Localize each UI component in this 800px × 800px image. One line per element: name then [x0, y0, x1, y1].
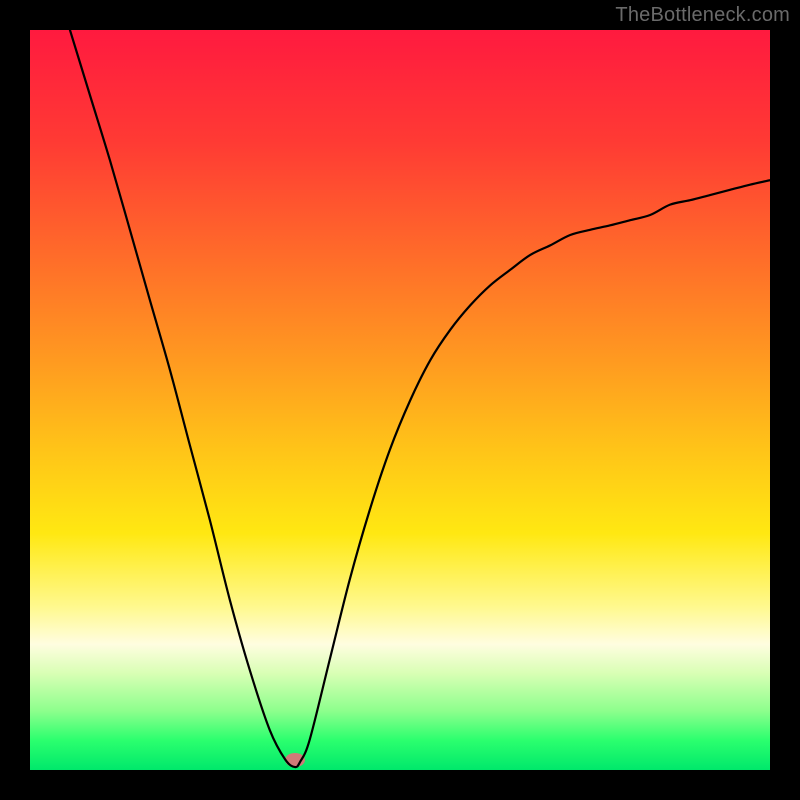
bottleneck-curve [70, 30, 770, 767]
plot-area [30, 30, 770, 770]
watermark-text: TheBottleneck.com [615, 4, 790, 27]
curve-svg [30, 30, 770, 770]
